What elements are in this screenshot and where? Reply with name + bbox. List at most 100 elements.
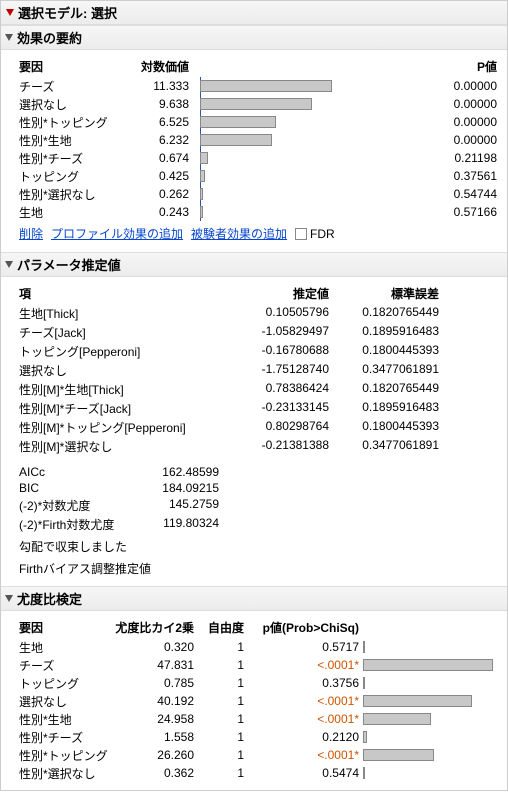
table-row: 性別[M]*トッピング[Pepperoni]0.802987640.180044… bbox=[19, 418, 497, 437]
remove-link[interactable]: 削除 bbox=[19, 225, 43, 242]
param-est-title: パラメータ推定値 bbox=[17, 255, 121, 274]
stderr-cell: 0.1895916483 bbox=[329, 400, 439, 417]
logworth-bar bbox=[200, 206, 203, 218]
term-cell: 性別[M]*選択なし bbox=[19, 438, 229, 455]
table-row: トッピング0.4250.37561 bbox=[19, 167, 497, 185]
stat-label: (-2)*Firth対数尤度 bbox=[19, 516, 139, 533]
param-est-columns: 項 推定値 標準誤差 bbox=[19, 283, 497, 304]
table-row: 性別[M]*選択なし-0.213813880.3477061891 bbox=[19, 437, 497, 456]
term-cell: 性別[M]*トッピング[Pepperoni] bbox=[19, 419, 229, 436]
col-factor: 要因 bbox=[19, 58, 119, 75]
term-cell: トッピング[Pepperoni] bbox=[19, 343, 229, 360]
table-row: トッピング0.78510.3756 bbox=[19, 674, 497, 692]
factor-cell: 性別*トッピング bbox=[19, 114, 119, 131]
estimate-cell: -0.21381388 bbox=[229, 438, 329, 455]
lr-test-columns: 要因 尤度比カイ2乗 自由度 p値(Prob>ChiSq) bbox=[19, 617, 497, 638]
stat-label: (-2)*対数尤度 bbox=[19, 497, 139, 514]
fit-stats: AICc162.48599BIC184.09215(-2)*対数尤度145.27… bbox=[19, 456, 497, 534]
add-subject-effect-link[interactable]: 被験者効果の追加 bbox=[191, 225, 287, 242]
pvalue-cell: 0.3756 bbox=[244, 676, 359, 690]
chisq-bar bbox=[363, 749, 434, 761]
table-row: 性別*トッピング6.5250.00000 bbox=[19, 113, 497, 131]
source-cell: 選択なし bbox=[19, 693, 109, 710]
table-row: 選択なし40.1921<.0001* bbox=[19, 692, 497, 710]
fdr-checkbox-wrap[interactable]: FDR bbox=[295, 227, 335, 241]
table-row: 性別*選択なし0.36210.5474 bbox=[19, 764, 497, 782]
factor-cell: 性別*生地 bbox=[19, 132, 119, 149]
df-cell: 1 bbox=[194, 748, 244, 762]
table-row: 性別*トッピング26.2601<.0001* bbox=[19, 746, 497, 764]
factor-cell: 生地 bbox=[19, 204, 119, 221]
chisq-cell: 0.785 bbox=[109, 676, 194, 690]
source-cell: 性別*選択なし bbox=[19, 765, 109, 782]
pvalue-cell: 0.00000 bbox=[427, 133, 497, 147]
pvalue-cell: 0.21198 bbox=[427, 151, 497, 165]
logworth-cell: 0.243 bbox=[119, 205, 189, 219]
fit-notes: 勾配で収束しましたFirthバイアス調整推定値 bbox=[19, 534, 497, 578]
stat-row: BIC184.09215 bbox=[19, 480, 497, 496]
col-estimate: 推定値 bbox=[229, 285, 329, 302]
logworth-cell: 6.525 bbox=[119, 115, 189, 129]
add-profile-effect-link[interactable]: プロファイル効果の追加 bbox=[51, 225, 183, 242]
param-est-rows: 生地[Thick]0.105057960.1820765449チーズ[Jack]… bbox=[19, 304, 497, 456]
stderr-cell: 0.1800445393 bbox=[329, 419, 439, 436]
fit-note: 勾配で収束しました bbox=[19, 534, 497, 556]
effect-summary-columns: 要因 対数価値 P値 bbox=[19, 56, 497, 77]
stat-label: BIC bbox=[19, 481, 139, 495]
col-logworth: 対数価値 bbox=[119, 58, 189, 75]
table-row: 性別*生地24.9581<.0001* bbox=[19, 710, 497, 728]
term-cell: 性別[M]*チーズ[Jack] bbox=[19, 400, 229, 417]
logworth-bar bbox=[200, 170, 205, 182]
pvalue-cell: 0.00000 bbox=[427, 79, 497, 93]
table-row: 性別*生地6.2320.00000 bbox=[19, 131, 497, 149]
factor-cell: 性別*チーズ bbox=[19, 150, 119, 167]
chisq-bar bbox=[363, 767, 365, 779]
stat-row: AICc162.48599 bbox=[19, 464, 497, 480]
chisq-cell: 0.320 bbox=[109, 640, 194, 654]
lr-test-title: 尤度比検定 bbox=[17, 589, 82, 608]
disclosure-icon[interactable] bbox=[5, 595, 13, 602]
df-cell: 1 bbox=[194, 730, 244, 744]
logworth-cell: 9.638 bbox=[119, 97, 189, 111]
pvalue-cell: 0.5717 bbox=[244, 640, 359, 654]
stderr-cell: 0.1895916483 bbox=[329, 324, 439, 341]
stat-value: 145.2759 bbox=[139, 497, 219, 514]
col-df: 自由度 bbox=[194, 619, 244, 636]
pvalue-cell: 0.37561 bbox=[427, 169, 497, 183]
pvalue-cell: 0.2120 bbox=[244, 730, 359, 744]
df-cell: 1 bbox=[194, 712, 244, 726]
estimate-cell: -0.16780688 bbox=[229, 343, 329, 360]
pvalue-cell: 0.57166 bbox=[427, 205, 497, 219]
fdr-checkbox[interactable] bbox=[295, 228, 307, 240]
chisq-cell: 0.362 bbox=[109, 766, 194, 780]
stderr-cell: 0.3477061891 bbox=[329, 438, 439, 455]
chisq-cell: 26.260 bbox=[109, 748, 194, 762]
report-title-header[interactable]: 選択モデル: 選択 bbox=[1, 1, 507, 25]
disclosure-icon[interactable] bbox=[6, 9, 14, 16]
lr-test-header[interactable]: 尤度比検定 bbox=[1, 586, 507, 611]
logworth-cell: 0.425 bbox=[119, 169, 189, 183]
table-row: チーズ11.3330.00000 bbox=[19, 77, 497, 95]
logworth-cell: 11.333 bbox=[119, 79, 189, 93]
pvalue-cell: 0.5474 bbox=[244, 766, 359, 780]
estimate-cell: -1.75128740 bbox=[229, 362, 329, 379]
factor-cell: 性別*選択なし bbox=[19, 186, 119, 203]
logworth-bar bbox=[200, 134, 272, 146]
param-est-header[interactable]: パラメータ推定値 bbox=[1, 252, 507, 277]
logworth-bar bbox=[200, 152, 208, 164]
estimate-cell: -0.23133145 bbox=[229, 400, 329, 417]
disclosure-icon[interactable] bbox=[5, 34, 13, 41]
effect-summary-header[interactable]: 効果の要約 bbox=[1, 25, 507, 50]
lr-test-rows: 生地0.32010.5717チーズ47.8311<.0001*トッピング0.78… bbox=[19, 638, 497, 782]
logworth-cell: 0.262 bbox=[119, 187, 189, 201]
chisq-cell: 24.958 bbox=[109, 712, 194, 726]
chisq-bar bbox=[363, 731, 367, 743]
table-row: 性別*チーズ0.6740.21198 bbox=[19, 149, 497, 167]
pvalue-cell: <.0001* bbox=[244, 694, 359, 708]
disclosure-icon[interactable] bbox=[5, 261, 13, 268]
estimate-cell: -1.05829497 bbox=[229, 324, 329, 341]
df-cell: 1 bbox=[194, 658, 244, 672]
term-cell: チーズ[Jack] bbox=[19, 324, 229, 341]
df-cell: 1 bbox=[194, 694, 244, 708]
stat-value: 184.09215 bbox=[139, 481, 219, 495]
